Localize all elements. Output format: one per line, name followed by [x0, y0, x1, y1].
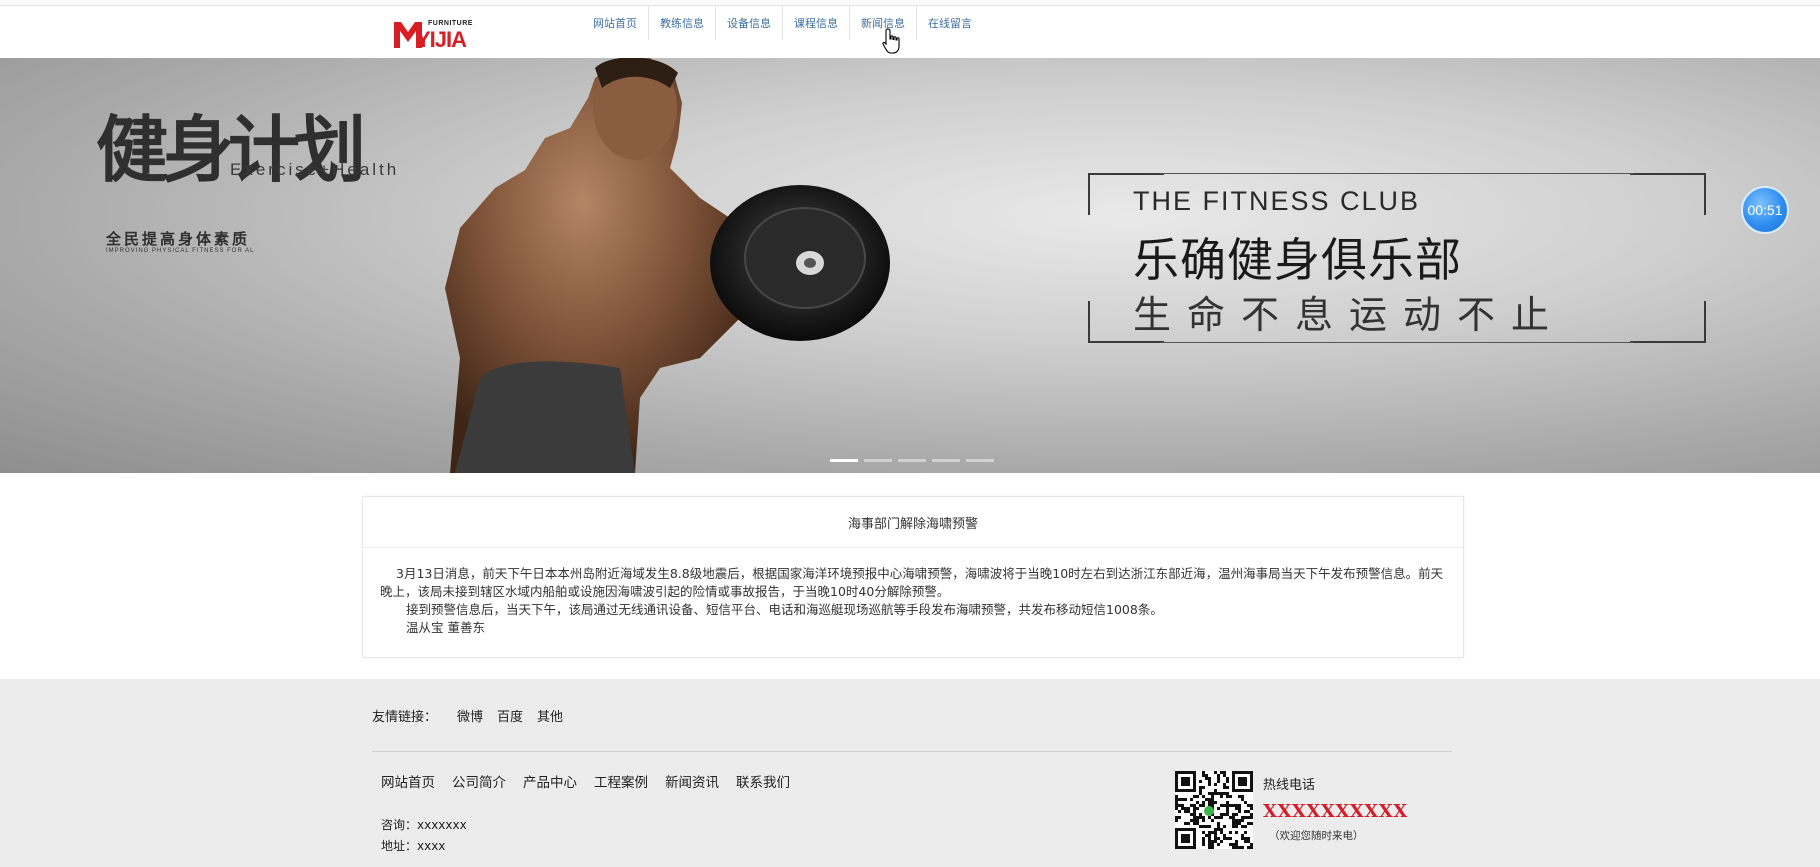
carousel-dot-5[interactable]: [966, 459, 994, 462]
hand-cursor-icon: [882, 28, 900, 54]
footer-nav-contact[interactable]: 联系我们: [736, 771, 790, 791]
news-paragraph: 3月13日消息，前天下午日本本州岛附近海域发生8.8级地震后，根据国家海洋环境预…: [380, 566, 1444, 599]
news-card: 海事部门解除海啸预警 3月13日消息，前天下午日本本州岛附近海域发生8.8级地震…: [362, 496, 1464, 658]
friend-link-other[interactable]: 其他: [537, 706, 563, 725]
carousel-dot-3[interactable]: [898, 459, 926, 462]
site-header: FURNITURE YIJIA 网站首页 教练信息 设备信息 课程信息 新闻信息…: [0, 6, 1820, 59]
consult-text: 咨询：xxxxxxx: [381, 818, 467, 832]
carousel-dot-1[interactable]: [830, 459, 858, 462]
qr-code-icon: [1175, 771, 1253, 849]
footer-divider: [372, 751, 1452, 752]
bodybuilder-image: [445, 58, 890, 473]
nav-item-equipment[interactable]: 设备信息: [716, 6, 783, 40]
countdown-timer[interactable]: 00:51: [1741, 186, 1789, 234]
nav-item-course[interactable]: 课程信息: [783, 6, 850, 40]
footer-nav: 网站首页 公司简介 产品中心 工程案例 新闻资讯 联系我们: [381, 771, 807, 791]
logo-text: YIJIA: [416, 27, 467, 52]
contact-info: 咨询：xxxxxxx 地址：xxxx: [381, 815, 467, 857]
hotline-number: XXXXXXXXXX: [1263, 801, 1408, 822]
friend-link-baidu[interactable]: 百度: [497, 706, 523, 725]
news-paragraph: 接到预警信息后，当天下午，该局通过无线通讯设备、短信平台、电话和海巡艇现场巡航等…: [406, 602, 1163, 617]
news-body: 3月13日消息，前天下午日本本州岛附近海域发生8.8级地震后，根据国家海洋环境预…: [380, 565, 1450, 637]
hotline-welcome: （欢迎您随时来电）: [1269, 830, 1364, 842]
footer-nav-about[interactable]: 公司简介: [452, 771, 506, 791]
carousel-dot-2[interactable]: [864, 459, 892, 462]
news-title: 海事部门解除海啸预警: [363, 497, 1463, 548]
footer-nav-home[interactable]: 网站首页: [381, 771, 435, 791]
logo-small-text: FURNITURE: [428, 20, 473, 27]
footer-nav-news[interactable]: 新闻资讯: [665, 771, 719, 791]
slogan-tagline: IMPROVING PHYSICAL FITNESS FOR AL: [106, 248, 255, 254]
club-english-name: THE FITNESS CLUB: [1133, 186, 1421, 216]
news-author: 温从宝 董善东: [406, 620, 485, 635]
hotline-label: 热线电话: [1263, 778, 1316, 793]
club-motto: 生命不息运动不止: [1133, 293, 1566, 337]
main-nav: 网站首页 教练信息 设备信息 课程信息 新闻信息 在线留言: [582, 6, 983, 40]
carousel-indicators: [830, 459, 994, 462]
address-text: 地址：xxxx: [381, 839, 446, 853]
logo[interactable]: FURNITURE YIJIA: [394, 18, 474, 52]
footer-nav-products[interactable]: 产品中心: [523, 771, 577, 791]
club-name: 乐确健身俱乐部: [1133, 233, 1462, 287]
site-footer: 友情链接： 微博 百度 其他 网站首页 公司简介 产品中心 工程案例 新闻资讯 …: [0, 679, 1820, 867]
footer-nav-cases[interactable]: 工程案例: [594, 771, 648, 791]
hero-banner[interactable]: 健身计划 Exercise+Health 全民提高身体素质 IMPROVING …: [0, 58, 1820, 473]
friend-links: 友情链接： 微博 百度 其他: [372, 706, 577, 725]
slogan-subtitle: 全民提高身体素质: [106, 230, 251, 248]
hotline: 热线电话 XXXXXXXXXX （欢迎您随时来电）: [1263, 774, 1408, 843]
friend-links-label: 友情链接：: [372, 710, 438, 725]
carousel-dot-4[interactable]: [932, 459, 960, 462]
nav-item-coach[interactable]: 教练信息: [649, 6, 716, 40]
slogan-english: Exercise+Health: [230, 160, 400, 179]
nav-item-home[interactable]: 网站首页: [582, 6, 649, 40]
friend-link-weibo[interactable]: 微博: [457, 706, 483, 725]
nav-item-message[interactable]: 在线留言: [917, 6, 983, 40]
